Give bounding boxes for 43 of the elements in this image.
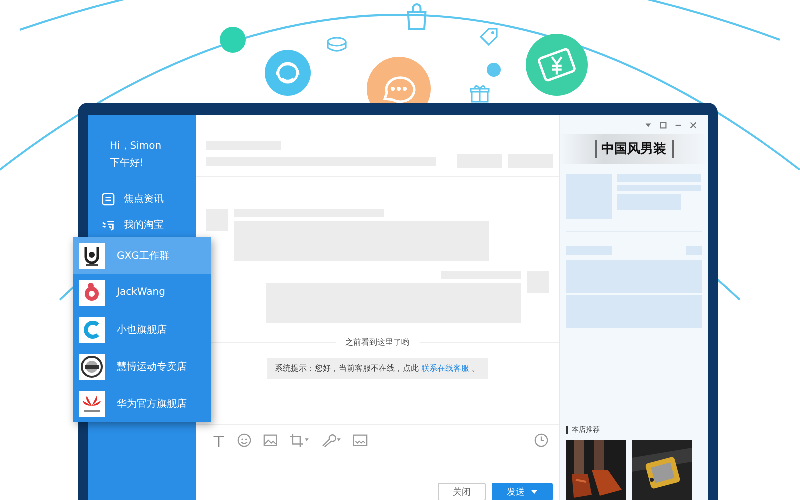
close-icon[interactable] [689, 121, 698, 130]
emoji-icon[interactable] [237, 433, 252, 448]
bird-logo-icon [79, 280, 105, 306]
caret-icon [531, 490, 538, 494]
skeleton-bar [566, 246, 612, 255]
screenshot-icon[interactable] [353, 433, 368, 448]
dropdown-icon[interactable] [644, 121, 653, 130]
contact-item[interactable]: 小也旗舰店 [73, 311, 211, 348]
text-format-icon[interactable] [212, 434, 226, 448]
system-notice: 系统提示：您好，当前客服不在线，点此 联系在线客服 。 [266, 358, 488, 379]
headset-icon [265, 50, 311, 96]
greeting-subtitle: 下午好! [109, 157, 146, 170]
lock-logo-icon [79, 242, 105, 268]
section-marker [566, 426, 568, 434]
sidebar-item[interactable]: 我的淘宝 [88, 216, 196, 234]
ticket-icon [526, 34, 588, 96]
c-letter-logo-icon [79, 316, 105, 342]
news-icon [102, 192, 115, 206]
clock-icon[interactable] [534, 433, 549, 448]
store-title: 中国风男装 [594, 140, 674, 158]
history-divider-label: 之前看到这里了哟 [346, 337, 410, 348]
maximize-icon[interactable] [659, 121, 668, 130]
send-button[interactable]: 发送 [492, 483, 553, 500]
dot-icon [487, 63, 501, 77]
close-button[interactable]: 关闭 [438, 483, 486, 500]
contact-item[interactable]: GXG工作群 [73, 237, 211, 274]
crop-icon[interactable] [289, 433, 310, 448]
tag-icon [477, 25, 501, 49]
seal-logo-icon [79, 354, 105, 380]
greeting: Hi，Simon [109, 140, 163, 153]
contact-item[interactable]: 慧博运动专卖店 [73, 348, 211, 385]
skeleton-bar [686, 246, 702, 255]
wrench-icon[interactable] [321, 433, 342, 448]
taobao-icon [102, 218, 115, 232]
image-icon[interactable] [263, 433, 278, 448]
skeleton-bar [617, 194, 681, 210]
contact-item[interactable]: 华为官方旗舰店 [73, 385, 211, 422]
flower-logo-icon [79, 390, 105, 416]
contact-item[interactable]: JackWang [73, 274, 211, 311]
contact-link[interactable]: 联系在线客服 [422, 364, 470, 373]
sidebar-item[interactable]: 焦点资讯 [88, 190, 196, 208]
skeleton-block [566, 174, 612, 219]
dot-icon [220, 27, 246, 53]
